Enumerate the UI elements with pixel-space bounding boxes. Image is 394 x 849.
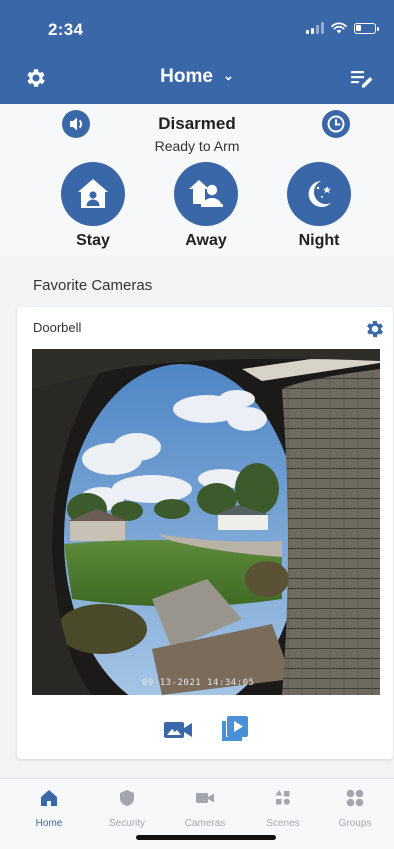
- people-away-icon: [174, 162, 238, 226]
- tab-cameras[interactable]: Cameras: [166, 787, 244, 829]
- edit-list-icon[interactable]: [350, 68, 374, 88]
- video-camera-icon: [196, 793, 214, 803]
- arm-night-button[interactable]: Night: [287, 162, 351, 250]
- tab-label: Security: [108, 818, 146, 829]
- battery-low-icon: [354, 22, 379, 34]
- tab-security[interactable]: Security: [88, 787, 166, 829]
- camera-timestamp: 09-13-2021 14:34:05: [142, 678, 255, 688]
- favorite-cameras-heading: Favorite Cameras: [33, 277, 153, 294]
- home-indicator[interactable]: [136, 835, 276, 840]
- shield-icon: [120, 790, 134, 806]
- wifi-icon: [331, 22, 347, 34]
- tab-label: Home: [35, 818, 63, 829]
- tab-label: Cameras: [184, 818, 226, 829]
- groups-icon: [346, 789, 364, 807]
- camera-live-feed[interactable]: 09-13-2021 14:34:05: [32, 349, 380, 695]
- playback-icon[interactable]: [221, 715, 249, 743]
- camera-settings-gear-icon[interactable]: [364, 318, 386, 340]
- camera-name: Doorbell: [33, 320, 82, 335]
- scenes-icon: [275, 790, 290, 805]
- location-selector[interactable]: Home ⌄: [0, 66, 394, 88]
- app-header: 2:34 Home ⌄: [0, 0, 394, 104]
- video-camera-icon[interactable]: [163, 717, 193, 743]
- house-person-icon: [61, 162, 125, 226]
- security-arm-panel: Disarmed Ready to Arm Stay Away Night: [0, 104, 394, 256]
- status-icons: [306, 22, 379, 34]
- home-icon: [41, 790, 57, 806]
- camera-card: Doorbell 09-13-2021 14:34:05: [17, 307, 393, 759]
- tab-label: Scenes: [266, 818, 300, 829]
- clock-icon[interactable]: [322, 110, 350, 138]
- arm-stay-button[interactable]: Stay: [61, 162, 125, 250]
- status-time: 2:34: [48, 20, 84, 39]
- tab-label: Groups: [338, 818, 372, 829]
- page-title: Home: [160, 66, 213, 87]
- arm-away-label: Away: [185, 232, 227, 249]
- chevron-down-icon: ⌄: [222, 68, 234, 83]
- cellular-signal-icon: [306, 22, 324, 34]
- moon-stars-icon: [287, 162, 351, 226]
- arm-away-button[interactable]: Away: [174, 162, 238, 250]
- arm-substatus: Ready to Arm: [154, 138, 240, 154]
- tab-scenes[interactable]: Scenes: [244, 787, 322, 829]
- tab-home[interactable]: Home: [10, 787, 88, 829]
- arm-night-label: Night: [298, 232, 340, 249]
- arm-stay-label: Stay: [76, 232, 110, 249]
- bottom-tab-bar: Home Security Cameras Scenes Groups: [0, 778, 394, 849]
- tab-groups[interactable]: Groups: [322, 787, 388, 829]
